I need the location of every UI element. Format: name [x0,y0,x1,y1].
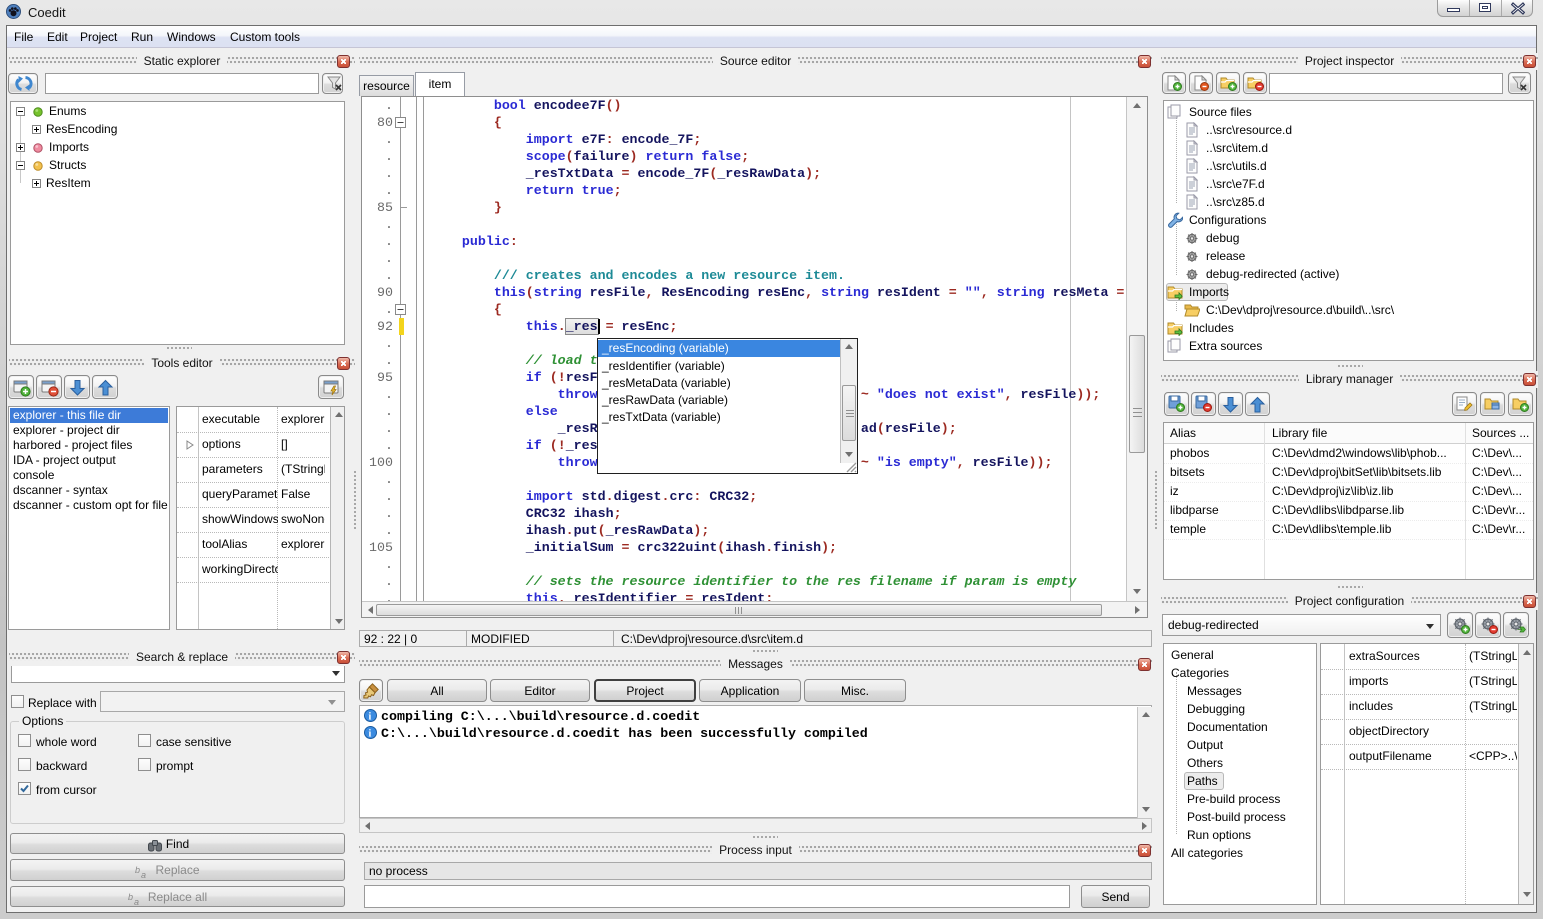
svg-text:a: a [141,870,146,879]
svg-text:i: i [369,729,372,740]
svg-text:b: b [128,893,133,902]
svg-text:b: b [135,866,140,875]
svg-text:a: a [134,897,139,906]
svg-text:i: i [369,712,372,723]
